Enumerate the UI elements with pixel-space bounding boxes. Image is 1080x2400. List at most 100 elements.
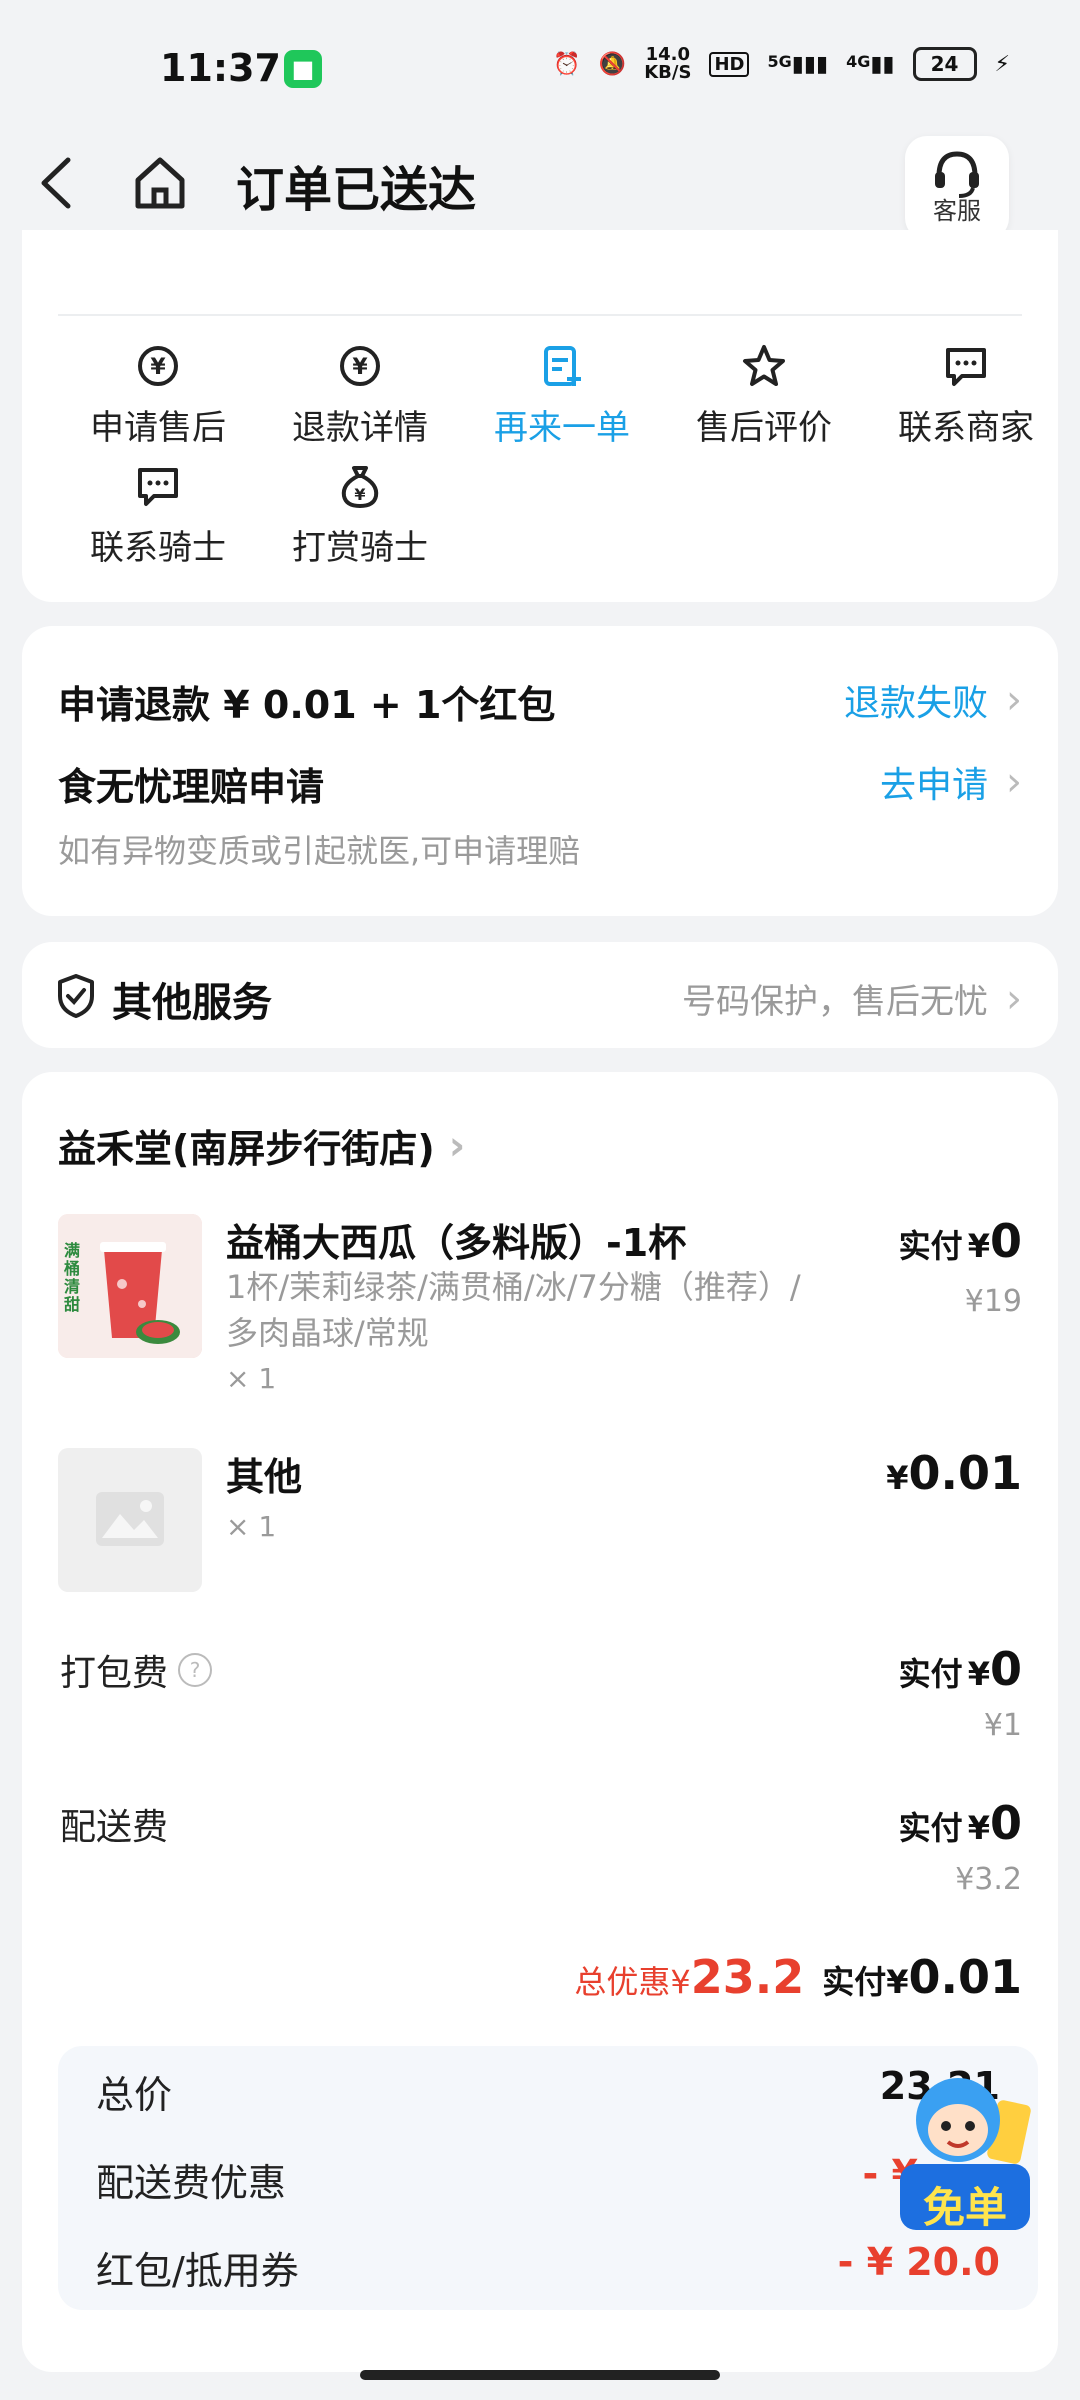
- charging-icon: ⚡: [994, 51, 1010, 77]
- other-services-row[interactable]: 其他服务 号码保护，售后无忧 ›: [22, 942, 1058, 1048]
- yuan-refresh-icon: ¥: [138, 346, 178, 386]
- chevron-right-icon: ›: [1006, 759, 1022, 805]
- refund-title: 申请退款 ¥ 0.01 + 1个红包: [58, 683, 556, 727]
- detail-label: 配送费优惠: [96, 2161, 287, 2205]
- page-title: 订单已送达: [236, 162, 477, 218]
- status-icons: ⏰ 🔕 14.0 KB/S HD 5G▮▮▮ 4G▮▮ 24 ⚡: [553, 46, 1010, 82]
- signal-5g-icon: 5G▮▮▮: [767, 51, 829, 77]
- compensation-action: 去申请: [879, 765, 988, 806]
- pay-amount: 0: [989, 1796, 1022, 1850]
- item-name: 其他: [226, 1455, 303, 1499]
- product-image-placeholder[interactable]: [58, 1448, 202, 1592]
- after-sale-review-button[interactable]: 售后评价: [664, 342, 864, 449]
- divider: [58, 314, 1022, 316]
- svg-text:¥: ¥: [150, 355, 166, 380]
- action-label: 申请售后: [90, 408, 226, 448]
- paid-label: 实付: [822, 1963, 887, 2001]
- yuan-refresh-icon: ¥: [340, 346, 380, 386]
- status-time: 11:37: [160, 46, 281, 90]
- pay-label: 实付: [898, 1227, 963, 1265]
- compensation-apply-link[interactable]: 去申请 ›: [880, 756, 1022, 808]
- hd-icon: HD: [709, 51, 750, 77]
- product-image[interactable]: 满桶清甜: [58, 1214, 202, 1358]
- discount-amount: 23.2: [690, 1950, 805, 2004]
- mute-icon: 🔕: [598, 51, 627, 77]
- refund-status: 退款失败: [843, 683, 988, 724]
- free-order-floating-badge[interactable]: 免单: [896, 2062, 1036, 2242]
- item-original-price: ¥19: [964, 1284, 1022, 1319]
- app-notification-icon: ■: [284, 50, 322, 88]
- item-spec: 1杯/茉莉绿茶/满贯桶/冰/7分糖（推荐）/多肉晶球/常规: [226, 1268, 801, 1352]
- order-summary: 总优惠¥23.2 实付¥0.01: [574, 1950, 1022, 2004]
- item-qty: × 1: [226, 1510, 277, 1543]
- money-bag-icon: ¥: [341, 466, 379, 509]
- order-actions-card: ¥ 申请售后 ¥ 退款详情 再来一单 售后评价 联系商家 联系骑士 ¥ 打赏骑士: [22, 230, 1058, 602]
- pay-label: 实付: [898, 1655, 963, 1693]
- help-icon[interactable]: ?: [178, 1653, 213, 1687]
- packaging-fee-original: ¥1: [983, 1708, 1022, 1743]
- store-name: 益禾堂(南屏步行街店): [58, 1127, 435, 1171]
- total-discount: 总优惠¥23.2: [574, 1950, 804, 2004]
- action-label: 再来一单: [494, 408, 630, 448]
- detail-value: - ¥ 20.0: [837, 2240, 1000, 2284]
- contact-merchant-button[interactable]: 联系商家: [866, 342, 1066, 449]
- action-label: 联系商家: [898, 408, 1034, 448]
- discount-label: 总优惠: [574, 1963, 671, 2001]
- currency: ¥: [886, 1459, 909, 1497]
- pay-amount: 0.01: [908, 1446, 1023, 1500]
- home-indicator[interactable]: [360, 2370, 720, 2380]
- detail-label: 总价: [96, 2073, 173, 2117]
- pay-amount: 0: [989, 1642, 1022, 1696]
- status-bar: 11:37 ■ ⏰ 🔕 14.0 KB/S HD 5G▮▮▮ 4G▮▮ 24 ⚡: [0, 0, 1080, 130]
- item-pay: ¥0.01: [886, 1446, 1022, 1500]
- image-placeholder-icon: [96, 1492, 164, 1546]
- chevron-right-icon: ›: [1006, 677, 1022, 723]
- chevron-left-icon: [41, 157, 71, 209]
- item-pay: 实付 ¥0: [899, 1214, 1022, 1268]
- item-qty: × 1: [226, 1362, 277, 1395]
- currency: ¥: [967, 1655, 990, 1693]
- svg-text:¥: ¥: [352, 355, 368, 380]
- fee-label: 配送费: [60, 1807, 169, 1848]
- compensation-desc: 如有异物变质或引起就医,可申请理赔: [58, 832, 581, 870]
- tip-rider-button[interactable]: ¥ 打赏骑士: [260, 462, 460, 569]
- alarm-icon: ⏰: [553, 51, 581, 77]
- chevron-right-icon: ›: [1006, 975, 1022, 1022]
- home-button[interactable]: [130, 146, 190, 216]
- customer-service-label: 客服: [933, 197, 981, 225]
- svg-text:¥: ¥: [354, 485, 365, 504]
- packaging-fee-label-wrap: 打包费 ?: [60, 1644, 213, 1696]
- product-image-text: 满桶清甜: [64, 1241, 81, 1314]
- delivery-fee-pay: 实付 ¥0: [899, 1796, 1022, 1850]
- badge-text: 免单: [922, 2183, 1007, 2232]
- refund-details-button[interactable]: ¥ 退款详情: [260, 342, 460, 449]
- currency: ¥: [967, 1809, 990, 1847]
- signal-4g-icon: 4G▮▮: [846, 51, 895, 77]
- shield-check-icon: [58, 974, 94, 1018]
- other-services-desc-wrap: 号码保护，售后无忧 ›: [682, 974, 1022, 1023]
- back-button[interactable]: [36, 148, 76, 218]
- currency: ¥: [886, 1963, 909, 2001]
- chevron-right-icon: ›: [448, 1122, 466, 1169]
- star-icon: [743, 345, 785, 386]
- delivery-fee-original: ¥3.2: [955, 1862, 1022, 1897]
- store-link[interactable]: 益禾堂(南屏步行街店) ›: [58, 1118, 465, 1173]
- other-services-title: 其他服务: [112, 980, 272, 1026]
- reorder-button[interactable]: 再来一单: [462, 342, 662, 449]
- paid-amount: 0.01: [908, 1950, 1023, 2004]
- apply-after-sale-button[interactable]: ¥ 申请售后: [58, 342, 258, 449]
- contact-rider-button[interactable]: 联系骑士: [58, 462, 258, 569]
- compensation-title: 食无忧理赔申请: [58, 765, 325, 809]
- currency: ¥: [967, 1227, 990, 1265]
- total-paid: 实付¥0.01: [822, 1950, 1022, 2004]
- customer-service-button[interactable]: 客服: [905, 136, 1009, 240]
- fee-label: 打包费: [60, 1653, 169, 1694]
- price-detail-box: 总价 23.21 配送费优惠 - ¥ 红包/抵用券 - ¥ 20.0: [58, 2046, 1038, 2310]
- delivery-fee-label-wrap: 配送费: [60, 1798, 168, 1850]
- action-label: 售后评价: [696, 408, 832, 448]
- action-label: 退款详情: [292, 408, 428, 448]
- refund-status-link[interactable]: 退款失败 ›: [844, 674, 1022, 726]
- other-services-desc: 号码保护，售后无忧: [682, 982, 988, 1022]
- home-icon: [135, 157, 185, 209]
- battery-icon: 24: [912, 47, 977, 81]
